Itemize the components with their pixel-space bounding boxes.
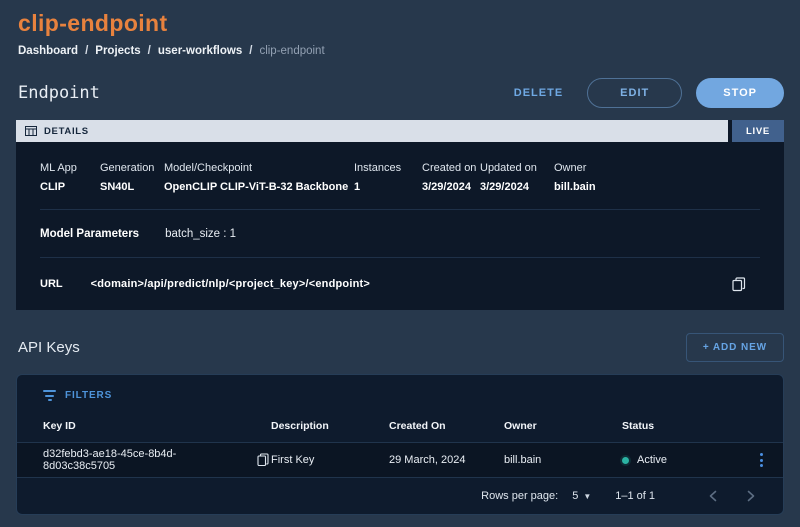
- details-body: ML App CLIP Generation SN40L Model/Check…: [16, 142, 784, 310]
- table-row: d32febd3-ae18-45ce-8b4d-8d03c38c5705 Fir…: [17, 442, 783, 478]
- edit-button[interactable]: EDIT: [587, 78, 682, 108]
- url-label: URL: [40, 278, 63, 290]
- breadcrumb-current: clip-endpoint: [259, 45, 324, 57]
- pagination-range: 1–1 of 1: [615, 490, 655, 502]
- endpoint-section-header: Endpoint DELETE EDIT STOP: [16, 78, 784, 108]
- field-label: Created on: [422, 162, 480, 174]
- breadcrumb-separator: /: [148, 45, 151, 57]
- field-value: OpenCLIP CLIP-ViT-B-32 Backbone: [164, 181, 354, 193]
- table-icon: [25, 126, 37, 136]
- endpoint-heading: Endpoint: [16, 83, 100, 103]
- field-value: 3/29/2024: [422, 181, 480, 193]
- column-header-status: Status: [622, 420, 769, 432]
- copy-icon: [732, 277, 746, 292]
- field-label: Updated on: [480, 162, 554, 174]
- pagination: Rows per page: 5 ▼ 1–1 of 1: [17, 478, 783, 514]
- key-id-value: d32febd3-ae18-45ce-8b4d-8d03c38c5705: [43, 448, 248, 472]
- model-parameters-value: batch_size : 1: [165, 228, 236, 240]
- rows-per-page-select[interactable]: 5 ▼: [572, 490, 591, 502]
- add-new-key-button[interactable]: + ADD NEW: [686, 333, 784, 362]
- field-generation: Generation SN40L: [100, 162, 164, 193]
- filter-icon: [43, 390, 56, 401]
- page: clip-endpoint Dashboard / Projects / use…: [0, 0, 800, 515]
- field-model-checkpoint: Model/Checkpoint OpenCLIP CLIP-ViT-B-32 …: [164, 162, 354, 193]
- filters-label: FILTERS: [65, 390, 112, 401]
- rows-per-page-value: 5: [572, 490, 578, 502]
- rows-per-page-label: Rows per page:: [481, 490, 558, 502]
- url-value: <domain>/api/predict/nlp/<project_key>/<…: [91, 278, 370, 290]
- stop-button[interactable]: STOP: [696, 78, 784, 108]
- owner-cell: bill.bain: [504, 454, 622, 466]
- breadcrumb-dashboard[interactable]: Dashboard: [18, 45, 78, 57]
- row-menu-kebab-icon[interactable]: [754, 449, 769, 471]
- details-header-label: DETAILS: [44, 126, 89, 137]
- model-parameters-row: Model Parameters batch_size : 1: [40, 226, 760, 241]
- field-label: Instances: [354, 162, 422, 174]
- url-row: URL <domain>/api/predict/nlp/<project_ke…: [40, 274, 760, 294]
- field-label: Generation: [100, 162, 164, 174]
- field-created-on: Created on 3/29/2024: [422, 162, 480, 193]
- divider: [40, 257, 760, 258]
- column-header-description: Description: [271, 420, 389, 432]
- key-id-cell: d32febd3-ae18-45ce-8b4d-8d03c38c5705: [43, 448, 271, 472]
- field-updated-on: Updated on 3/29/2024: [480, 162, 554, 193]
- breadcrumb-separator: /: [85, 45, 88, 57]
- field-ml-app: ML App CLIP: [40, 162, 100, 193]
- filters-button[interactable]: FILTERS: [17, 375, 127, 410]
- field-value: 3/29/2024: [480, 181, 554, 193]
- model-parameters-label: Model Parameters: [40, 228, 139, 240]
- copy-url-button[interactable]: [730, 275, 748, 294]
- previous-page-button[interactable]: [703, 488, 723, 504]
- copy-key-button[interactable]: [255, 451, 271, 469]
- api-keys-card: FILTERS Key ID Description Created On Ow…: [16, 374, 784, 515]
- status-cell: Active: [622, 454, 748, 466]
- breadcrumb-user-workflows[interactable]: user-workflows: [158, 45, 242, 57]
- details-header-bar: DETAILS: [16, 120, 728, 142]
- breadcrumb-projects[interactable]: Projects: [95, 45, 140, 57]
- status-dot-icon: [622, 457, 629, 464]
- page-title: clip-endpoint: [16, 8, 784, 38]
- column-header-owner: Owner: [504, 420, 622, 432]
- breadcrumb: Dashboard / Projects / user-workflows / …: [16, 43, 784, 58]
- details-card: DETAILS LIVE ML App CLIP Generation SN40…: [16, 120, 784, 310]
- field-value: CLIP: [40, 181, 100, 193]
- field-value: SN40L: [100, 181, 164, 193]
- table-header-row: Key ID Description Created On Owner Stat…: [17, 410, 783, 442]
- breadcrumb-separator: /: [249, 45, 252, 57]
- field-owner: Owner bill.bain: [554, 162, 760, 193]
- chevron-down-icon: ▼: [583, 492, 591, 501]
- field-label: Owner: [554, 162, 760, 174]
- copy-icon: [257, 453, 269, 467]
- status-badge: LIVE: [732, 120, 784, 142]
- column-header-created-on: Created On: [389, 420, 504, 432]
- created-on-cell: 29 March, 2024: [389, 454, 504, 466]
- next-page-button[interactable]: [741, 488, 761, 504]
- column-header-key-id: Key ID: [43, 420, 271, 432]
- divider: [40, 209, 760, 210]
- description-cell: First Key: [271, 454, 389, 466]
- field-label: ML App: [40, 162, 100, 174]
- details-header[interactable]: DETAILS LIVE: [16, 120, 784, 142]
- details-fields: ML App CLIP Generation SN40L Model/Check…: [40, 162, 760, 193]
- status-value: Active: [637, 454, 667, 466]
- api-keys-section-header: API Keys + ADD NEW: [16, 334, 784, 360]
- api-keys-heading: API Keys: [16, 339, 80, 356]
- field-value: 1: [354, 181, 422, 193]
- field-instances: Instances 1: [354, 162, 422, 193]
- delete-button[interactable]: DELETE: [504, 81, 573, 105]
- chevron-right-icon: [747, 490, 755, 502]
- chevron-left-icon: [709, 490, 717, 502]
- field-label: Model/Checkpoint: [164, 162, 354, 174]
- field-value: bill.bain: [554, 181, 760, 193]
- endpoint-actions: DELETE EDIT STOP: [504, 78, 784, 108]
